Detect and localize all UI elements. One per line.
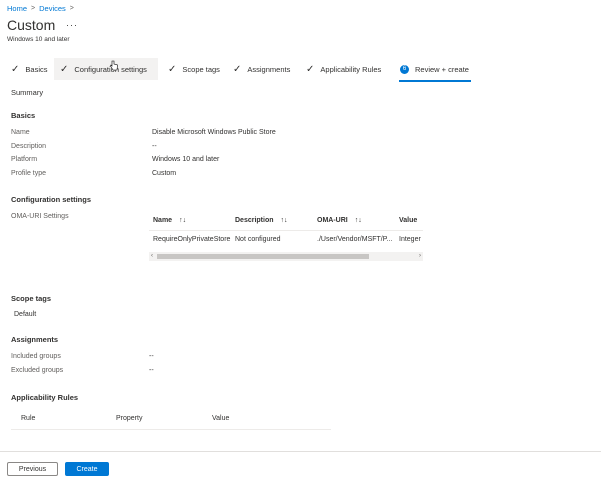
- checkmark-icon: ✓: [60, 63, 69, 75]
- applicability-rules-heading: Applicability Rules: [11, 393, 79, 402]
- table-cell-oma-uri: ./User/Vendor/MSFT/P...: [317, 236, 393, 243]
- tab-label: Basics: [25, 64, 48, 74]
- breadcrumb: Home > Devices >: [7, 4, 78, 13]
- sort-icon: ↑↓: [354, 216, 362, 224]
- scope-tag-item: Default: [14, 311, 37, 318]
- column-header-value: Value: [212, 415, 230, 422]
- profile-type-value: Custom: [152, 170, 177, 177]
- horizontal-scrollbar[interactable]: ‹ ›: [149, 252, 423, 261]
- platform-value: Windows 10 and later: [152, 156, 220, 163]
- chevron-right-icon: >: [69, 5, 74, 12]
- tab-label: Review + create: [415, 64, 469, 74]
- included-groups-value: --: [149, 353, 154, 360]
- previous-button[interactable]: Previous: [7, 462, 58, 476]
- checkmark-icon: ✓: [11, 63, 20, 75]
- page-subtitle: Windows 10 and later: [7, 36, 70, 43]
- checkmark-icon: ✓: [168, 63, 177, 75]
- column-header-property: Property: [116, 415, 143, 422]
- table-cell-value: Integer: [399, 236, 421, 243]
- column-header-name[interactable]: Name ↑↓: [153, 210, 186, 230]
- name-value: Disable Microsoft Windows Public Store: [152, 129, 276, 136]
- chevron-right-icon: >: [31, 5, 36, 12]
- checkmark-icon: ✓: [233, 63, 242, 75]
- scrollbar-thumb[interactable]: [157, 254, 369, 259]
- platform-label: Platform: [11, 156, 38, 163]
- tab-scope-tags[interactable]: ✓ Scope tags: [168, 58, 220, 80]
- excluded-groups-label: Excluded groups: [11, 367, 64, 374]
- summary-heading: Summary: [11, 88, 44, 97]
- excluded-groups-value: --: [149, 367, 154, 374]
- wizard-tabs: ✓ Basics ✓ Configuration settings ✓ Scop…: [0, 58, 601, 82]
- basics-heading: Basics: [11, 111, 36, 120]
- configuration-settings-heading: Configuration settings: [11, 195, 91, 204]
- oma-uri-settings-label: OMA-URI Settings: [11, 213, 69, 220]
- table-cell-description: Not configured: [235, 236, 281, 243]
- tab-label: Applicability Rules: [320, 64, 382, 74]
- more-options-icon[interactable]: ···: [66, 20, 78, 30]
- tab-applicability-rules[interactable]: ✓ Applicability Rules: [306, 58, 381, 80]
- tab-label: Assignments: [247, 64, 291, 74]
- column-header-description[interactable]: Description ↑↓: [235, 210, 288, 230]
- assignments-heading: Assignments: [11, 335, 59, 344]
- scope-tags-heading: Scope tags: [11, 294, 52, 303]
- step-number-badge: 6: [400, 64, 409, 74]
- tab-review-create[interactable]: 6 Review + create: [400, 58, 469, 80]
- checkmark-icon: ✓: [306, 63, 315, 75]
- breadcrumb-home-link[interactable]: Home: [7, 4, 27, 13]
- scroll-right-icon[interactable]: ›: [419, 252, 421, 261]
- table-cell-name: RequireOnlyPrivateStore: [153, 236, 231, 243]
- column-header-value[interactable]: Value: [399, 210, 417, 230]
- table-header-divider: [149, 230, 423, 231]
- create-button[interactable]: Create: [65, 462, 109, 476]
- tab-configuration-settings[interactable]: ✓ Configuration settings: [54, 58, 158, 80]
- included-groups-label: Included groups: [11, 353, 61, 360]
- sort-icon: ↑↓: [179, 216, 187, 224]
- scroll-left-icon[interactable]: ‹: [151, 252, 153, 261]
- name-label: Name: [11, 129, 30, 136]
- footer-divider: [0, 451, 601, 452]
- description-value: --: [152, 143, 157, 150]
- profile-type-label: Profile type: [11, 170, 47, 177]
- tab-assignments[interactable]: ✓ Assignments: [233, 58, 290, 80]
- column-header-rule: Rule: [21, 415, 36, 422]
- page-title: Custom: [7, 17, 56, 33]
- tab-label: Scope tags: [182, 64, 220, 74]
- hand-cursor-icon: [110, 60, 118, 71]
- column-header-oma-uri[interactable]: OMA-URI ↑↓: [317, 210, 362, 230]
- breadcrumb-devices-link[interactable]: Devices: [39, 4, 66, 13]
- sort-icon: ↑↓: [280, 216, 288, 224]
- table-divider: [11, 429, 331, 430]
- active-tab-indicator: [399, 80, 471, 82]
- applicability-rules-table: Rule Property Value: [11, 412, 331, 430]
- tab-basics[interactable]: ✓ Basics: [11, 58, 47, 80]
- description-label: Description: [11, 143, 47, 150]
